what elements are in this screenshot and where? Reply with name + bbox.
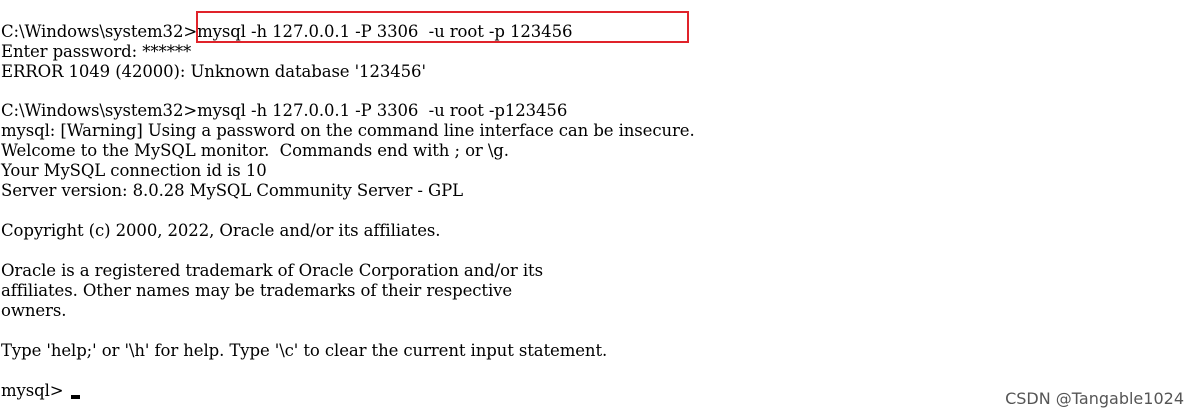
terminal-line: Type 'help;' or '\h' for help. Type '\c'… [1,341,608,360]
mysql-prompt[interactable]: mysql> [1,381,69,401]
terminal-line: Enter password: ****** [1,42,192,61]
terminal-line: Oracle is a registered trademark of Orac… [1,261,543,280]
terminal-line: Copyright (c) 2000, 2022, Oracle and/or … [1,221,441,240]
terminal-line: owners. [1,301,67,320]
terminal-line: Your MySQL connection id is 10 [1,161,267,180]
terminal-line: affiliates. Other names may be trademark… [1,281,513,300]
terminal-window[interactable]: C:\Windows\system32>mysql -h 127.0.0.1 -… [0,0,1200,419]
terminal-line: Welcome to the MySQL monitor. Commands e… [1,141,509,160]
terminal-line: Server version: 8.0.28 MySQL Community S… [1,181,463,200]
command-highlight-box [196,11,689,43]
text-cursor [71,395,80,399]
watermark: CSDN @Tangable1024 [1005,389,1184,408]
terminal-line: mysql: [Warning] Using a password on the… [1,121,695,140]
terminal-line: C:\Windows\system32>mysql -h 127.0.0.1 -… [1,101,568,120]
terminal-line: ERROR 1049 (42000): Unknown database '12… [1,62,426,81]
